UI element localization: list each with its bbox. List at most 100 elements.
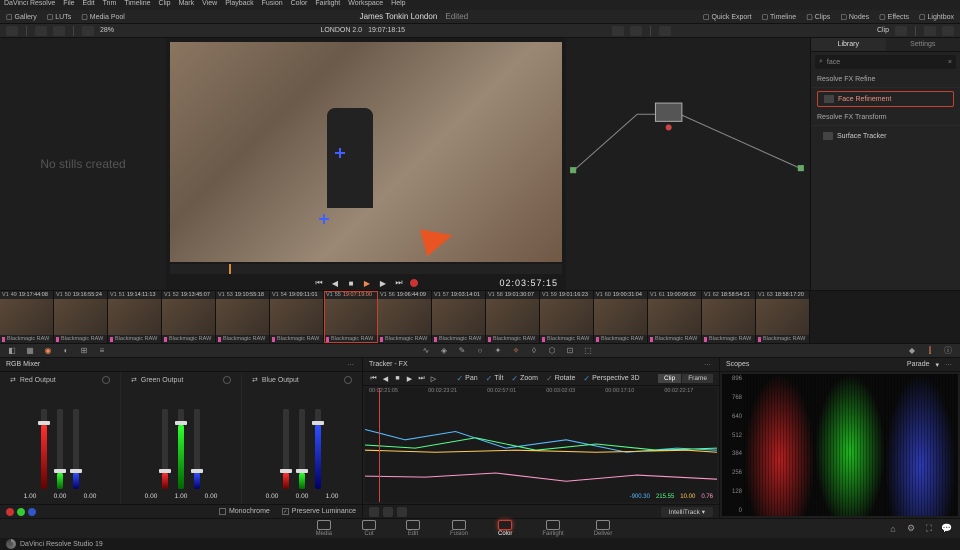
highlight-btn[interactable] bbox=[659, 26, 671, 36]
clip-thumb[interactable]: V16119:00:06:02Blackmagic RAW bbox=[648, 291, 702, 343]
topbar-gallery[interactable]: ▢ Gallery bbox=[6, 13, 37, 21]
slider-red[interactable] bbox=[162, 409, 168, 489]
track-fwd-all-icon[interactable]: ⏭ bbox=[417, 374, 426, 383]
track-rev-icon[interactable]: ◀ bbox=[381, 374, 390, 383]
slider-green[interactable] bbox=[178, 409, 184, 489]
jump-start-icon[interactable]: ⏮ bbox=[314, 278, 324, 288]
step-fwd-icon[interactable]: ▶ bbox=[378, 278, 388, 288]
remove-point-icon[interactable] bbox=[397, 507, 407, 517]
master-timecode[interactable]: 02:03:57:15 bbox=[499, 278, 558, 288]
topbar-effects[interactable]: ▢ Effects bbox=[879, 13, 909, 21]
clip-thumb[interactable]: V15919:01:16:23Blackmagic RAW bbox=[540, 291, 594, 343]
panel-menu-icon[interactable]: ⋯ bbox=[347, 361, 356, 369]
stop-icon[interactable]: ■ bbox=[346, 278, 356, 288]
clip-thumb[interactable]: V16019:00:31:04Blackmagic RAW bbox=[594, 291, 648, 343]
menu-playback[interactable]: Playback bbox=[225, 0, 253, 10]
annotate-btn[interactable] bbox=[82, 26, 94, 36]
menu-file[interactable]: File bbox=[63, 0, 74, 10]
reset-icon[interactable] bbox=[102, 376, 110, 384]
node-add-btn[interactable] bbox=[895, 26, 907, 36]
track-marker[interactable] bbox=[319, 214, 329, 224]
add-point-icon[interactable] bbox=[383, 507, 393, 517]
clip-thumb[interactable]: V15319:10:55:18Blackmagic RAW bbox=[216, 291, 270, 343]
clip-thumb[interactable]: V14919:17:44:08Blackmagic RAW bbox=[0, 291, 54, 343]
topbar-luts[interactable]: ▢ LUTs bbox=[47, 13, 72, 21]
menu-edit[interactable]: Edit bbox=[83, 0, 95, 10]
fx-surface-tracker[interactable]: Surface Tracker bbox=[817, 129, 954, 143]
tracker-type-dropdown[interactable]: IntelliTrack ▾ bbox=[661, 507, 713, 517]
panel-menu-icon[interactable]: ⋯ bbox=[704, 361, 713, 369]
slider-green[interactable] bbox=[57, 409, 63, 489]
tracker-icon[interactable]: ✦ bbox=[492, 346, 504, 356]
clip-thumb[interactable]: V15419:09:11:01Blackmagic RAW bbox=[270, 291, 324, 343]
clip-thumb[interactable]: V15119:14:11:13Blackmagic RAW bbox=[108, 291, 162, 343]
page-color[interactable]: Color bbox=[498, 520, 512, 537]
page-deliver[interactable]: Deliver bbox=[594, 520, 613, 537]
clip-thumb[interactable]: V15819:01:30:07Blackmagic RAW bbox=[486, 291, 540, 343]
menu-davinciresolve[interactable]: DaVinci Resolve bbox=[4, 0, 55, 10]
check-pan[interactable]: ✓Pan bbox=[456, 374, 477, 383]
check-zoom[interactable]: ✓Zoom bbox=[511, 374, 538, 383]
clip-thumb[interactable]: V16318:58:17:20Blackmagic RAW bbox=[756, 291, 810, 343]
menu-color[interactable]: Color bbox=[291, 0, 308, 10]
wheels-icon[interactable]: ◉ bbox=[42, 346, 54, 356]
link-icon[interactable]: ⇄ bbox=[252, 376, 258, 384]
track-rev-all-icon[interactable]: ⏮ bbox=[369, 374, 378, 383]
rgb-mixer-icon[interactable]: ⊞ bbox=[78, 346, 90, 356]
cursor-btn[interactable] bbox=[612, 26, 624, 36]
menu-view[interactable]: View bbox=[202, 0, 217, 10]
slider-red[interactable] bbox=[283, 409, 289, 489]
topbar-nodes[interactable]: ▢ Nodes bbox=[840, 13, 869, 21]
tab-settings[interactable]: Settings bbox=[886, 38, 960, 51]
color-checker-icon[interactable]: ▦ bbox=[24, 346, 36, 356]
qualifier-icon[interactable]: ✎ bbox=[456, 346, 468, 356]
3d-icon[interactable]: ⬚ bbox=[582, 346, 594, 356]
step-back-icon[interactable]: ◀ bbox=[330, 278, 340, 288]
fx-face-refinement[interactable]: Face Refinement bbox=[817, 91, 954, 107]
panel-menu-icon[interactable]: ⋯ bbox=[945, 361, 954, 369]
warper-icon[interactable]: ◈ bbox=[438, 346, 450, 356]
section-refine[interactable]: Resolve FX Refine bbox=[811, 72, 960, 88]
slider-blue[interactable] bbox=[73, 409, 79, 489]
menu-fusion[interactable]: Fusion bbox=[262, 0, 283, 10]
home-icon[interactable]: ⌂ bbox=[888, 524, 898, 534]
viewer-frame[interactable] bbox=[170, 42, 562, 262]
topbar-timeline[interactable]: ▢ Timeline bbox=[762, 13, 797, 21]
clip-thumb[interactable]: V15519:07:19:00Blackmagic RAW bbox=[324, 291, 378, 343]
tab-library[interactable]: Library bbox=[811, 38, 886, 51]
page-edit[interactable]: Edit bbox=[406, 520, 420, 537]
timeline-view-btn[interactable] bbox=[6, 26, 18, 36]
clear-icon[interactable]: × bbox=[948, 59, 952, 66]
keyframe-icon[interactable]: ◆ bbox=[906, 346, 918, 356]
topbar-quickexport[interactable]: ▢ Quick Export bbox=[703, 13, 752, 21]
menu-workspace[interactable]: Workspace bbox=[348, 0, 383, 10]
menu-timeline[interactable]: Timeline bbox=[124, 0, 150, 10]
fullscreen-icon[interactable]: ⛶ bbox=[924, 524, 934, 534]
link-icon[interactable]: ⇄ bbox=[10, 376, 16, 384]
slider-blue[interactable] bbox=[194, 409, 200, 489]
preserve-luma-checkbox[interactable]: ✓Preserve Luminance bbox=[282, 508, 356, 515]
magic-mask-icon[interactable]: ✧ bbox=[510, 346, 522, 356]
list-btn[interactable] bbox=[53, 26, 65, 36]
topbar-lightbox[interactable]: ▢ Lightbox bbox=[919, 13, 954, 21]
timeline-name[interactable]: LONDON 2.0 bbox=[320, 27, 362, 34]
reset-icon[interactable] bbox=[223, 376, 231, 384]
hand-btn[interactable] bbox=[630, 26, 642, 36]
viewer-timecode[interactable]: 19:07:18:15 bbox=[368, 27, 405, 34]
clip-label[interactable]: Clip bbox=[877, 27, 889, 34]
topbar-mediapool[interactable]: ▢ Media Pool bbox=[81, 13, 125, 21]
slider-red[interactable] bbox=[41, 409, 47, 489]
check-rotate[interactable]: ✓Rotate bbox=[546, 374, 575, 383]
window-icon[interactable]: ○ bbox=[474, 346, 486, 356]
check-perspective3d[interactable]: ✓Perspective 3D bbox=[583, 374, 639, 383]
search-input[interactable]: ⌕ face × bbox=[815, 55, 956, 69]
track-single-icon[interactable]: ▷ bbox=[429, 374, 438, 383]
clip-thumb[interactable]: V15719:03:14:01Blackmagic RAW bbox=[432, 291, 486, 343]
page-media[interactable]: Media bbox=[316, 520, 332, 537]
menu-fairlight[interactable]: Fairlight bbox=[315, 0, 340, 10]
menu-trim[interactable]: Trim bbox=[103, 0, 117, 10]
grid-btn[interactable] bbox=[35, 26, 47, 36]
key-icon[interactable]: ⬡ bbox=[546, 346, 558, 356]
menu-clip[interactable]: Clip bbox=[159, 0, 171, 10]
project-settings-icon[interactable]: ⚙ bbox=[906, 524, 916, 534]
